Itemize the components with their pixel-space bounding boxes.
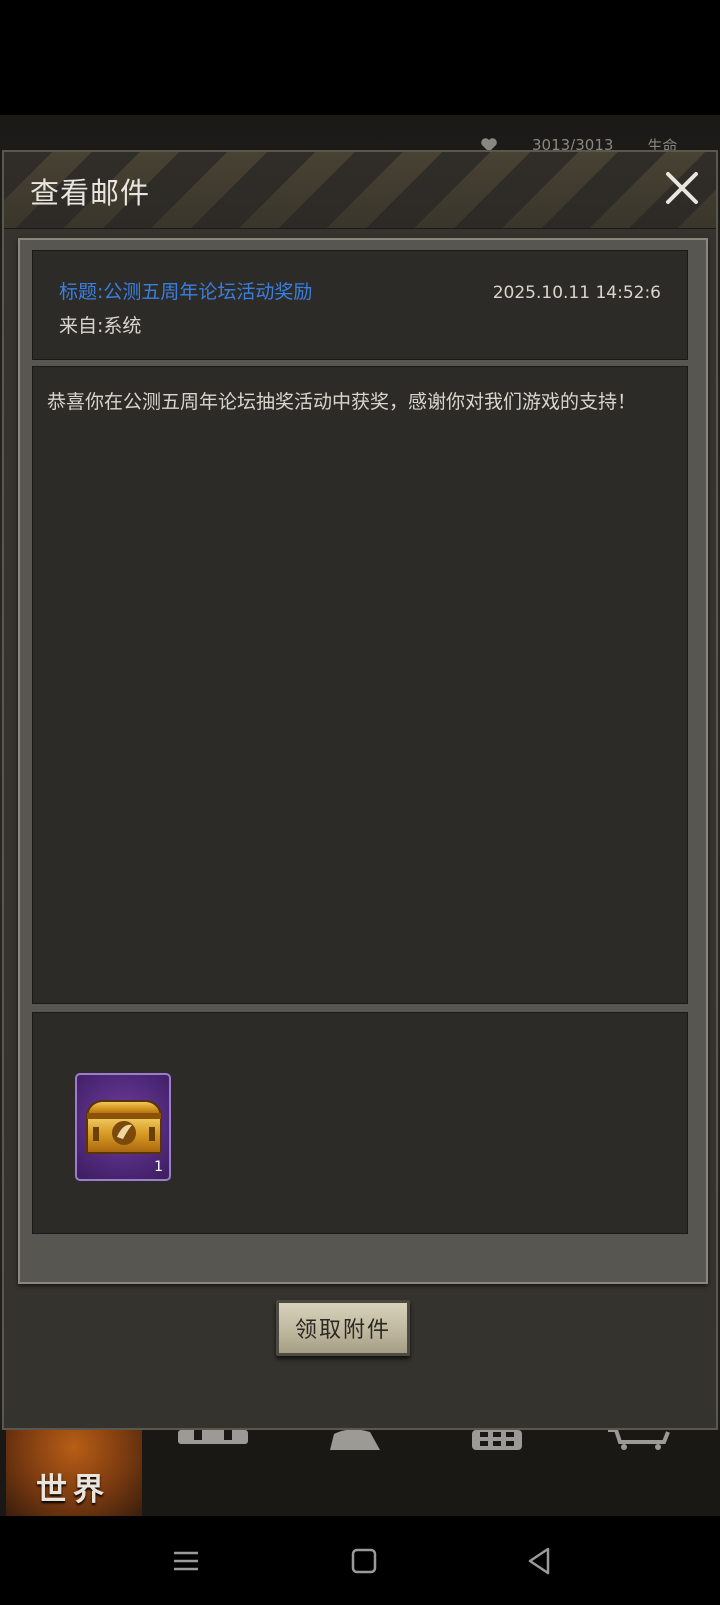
dialog-header: 查看邮件 (4, 152, 716, 229)
back-icon[interactable] (520, 1541, 560, 1581)
backpack-icon[interactable] (176, 1430, 250, 1450)
shop-cart-icon[interactable] (606, 1430, 670, 1450)
mail-body-text: 恭喜你在公测五周年论坛抽奖活动中获奖，感谢你对我们游戏的支持！ (47, 391, 637, 413)
mail-dialog: 查看邮件 标题:公测五周年论坛活动奖励 来自:系统 2025.10.11 14:… (2, 150, 718, 1430)
mail-body[interactable]: 恭喜你在公测五周年论坛抽奖活动中获奖，感谢你对我们游戏的支持！ (32, 366, 688, 1004)
mail-sender: 来自:系统 (59, 315, 142, 337)
mail-subject: 标题:公测五周年论坛活动奖励 (59, 281, 313, 303)
nav-world[interactable]: 世界 (6, 1430, 142, 1516)
attachment-panel: 1 (32, 1012, 688, 1234)
game-bottom-nav: 世界 (0, 1430, 720, 1516)
attachment-item[interactable]: 1 (75, 1073, 171, 1181)
character-icon[interactable] (320, 1430, 386, 1450)
mail-timestamp: 2025.10.11 14:52:6 (492, 283, 661, 303)
menu-icon[interactable] (166, 1541, 206, 1581)
close-icon[interactable] (662, 168, 702, 208)
claim-attachment-button[interactable]: 领取附件 (276, 1300, 410, 1356)
mail-header: 标题:公测五周年论坛活动奖励 来自:系统 2025.10.11 14:52:6 (32, 250, 688, 360)
home-icon[interactable] (344, 1541, 384, 1581)
dialog-title: 查看邮件 (30, 176, 151, 210)
phone-icon[interactable] (470, 1430, 524, 1450)
system-navigation-bar (0, 1516, 720, 1605)
attachment-count: 1 (154, 1159, 163, 1175)
mail-frame: 标题:公测五周年论坛活动奖励 来自:系统 2025.10.11 14:52:6 … (18, 238, 708, 1284)
nav-world-label: 世界 (36, 1472, 110, 1508)
